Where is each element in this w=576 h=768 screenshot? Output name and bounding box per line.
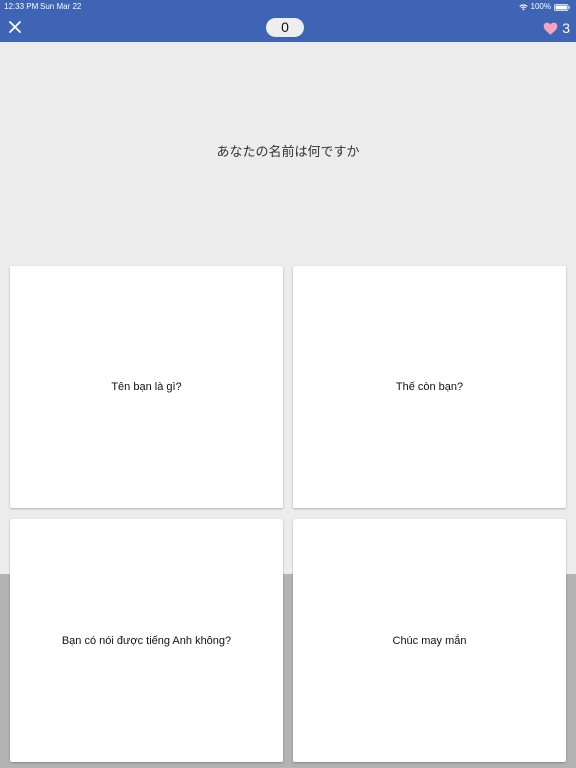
answer-option-4[interactable]: Chúc may mắn (293, 519, 566, 762)
question-text: あなたの名前は何ですか (216, 144, 360, 159)
battery-percent: 100% (530, 2, 551, 11)
status-time: 12:33 PM (4, 2, 39, 11)
status-date: Sun Mar 22 (40, 2, 82, 11)
answer-option-3[interactable]: Bạn có nói được tiếng Anh không? (10, 519, 283, 762)
close-icon (9, 21, 21, 33)
heart-icon (543, 22, 558, 35)
answer-label: Thế còn bạn? (395, 381, 464, 393)
answer-option-1[interactable]: Tên bạn là gì? (10, 266, 283, 508)
score-counter: 0 (266, 18, 304, 37)
quiz-screen: 12:33 PM Sun Mar 22 100% 0 3 あなたの名前は何ですか… (0, 0, 576, 768)
close-button[interactable] (6, 18, 24, 36)
answer-label: Tên bạn là gì? (111, 381, 182, 393)
top-bar: 12:33 PM Sun Mar 22 100% 0 3 (0, 0, 576, 42)
lives-counter: 3 (543, 19, 570, 37)
answer-label: Chúc may mắn (392, 634, 467, 647)
wifi-icon (518, 3, 528, 10)
battery-icon (554, 3, 570, 11)
answer-label: Bạn có nói được tiếng Anh không? (61, 634, 232, 647)
lives-count: 3 (562, 20, 570, 36)
answer-option-2[interactable]: Thế còn bạn? (293, 266, 566, 508)
status-right: 100% (518, 2, 570, 12)
